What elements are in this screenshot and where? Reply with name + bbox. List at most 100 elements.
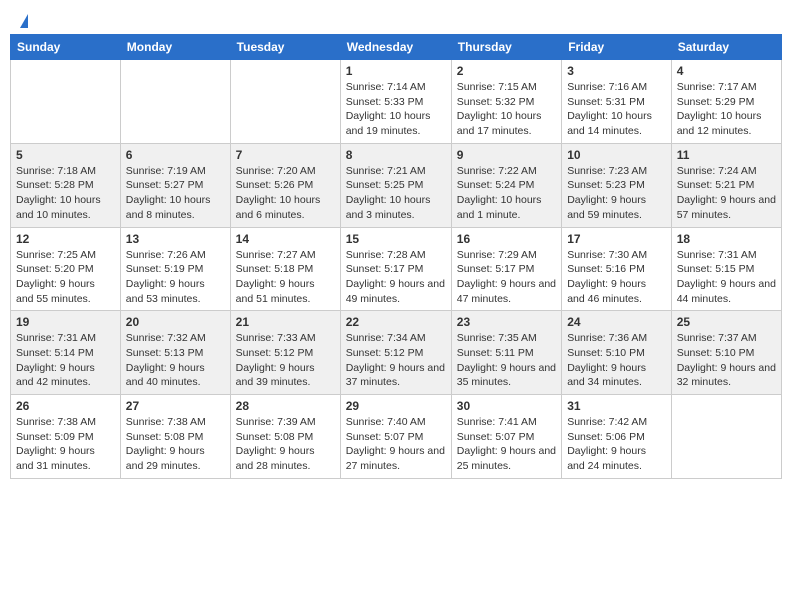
weekday-header-wednesday: Wednesday	[340, 35, 451, 60]
page: SundayMondayTuesdayWednesdayThursdayFrid…	[0, 0, 792, 489]
weekday-header-sunday: Sunday	[11, 35, 121, 60]
day-number: 18	[677, 232, 776, 246]
weekday-header-monday: Monday	[120, 35, 230, 60]
calendar-cell: 10 Sunrise: 7:23 AM Sunset: 5:23 PM Dayli…	[562, 143, 672, 227]
day-number: 4	[677, 64, 776, 78]
day-number: 10	[567, 148, 666, 162]
day-info: Sunrise: 7:35 AM Sunset: 5:11 PM Dayligh…	[457, 331, 556, 390]
day-info: Sunrise: 7:31 AM Sunset: 5:15 PM Dayligh…	[677, 248, 776, 307]
calendar-cell: 14 Sunrise: 7:27 AM Sunset: 5:18 PM Dayli…	[230, 227, 340, 311]
day-info: Sunrise: 7:37 AM Sunset: 5:10 PM Dayligh…	[677, 331, 776, 390]
calendar-cell: 29 Sunrise: 7:40 AM Sunset: 5:07 PM Dayli…	[340, 395, 451, 479]
day-number: 19	[16, 315, 115, 329]
calendar-cell	[671, 395, 781, 479]
calendar-cell: 7 Sunrise: 7:20 AM Sunset: 5:26 PM Daylig…	[230, 143, 340, 227]
calendar-cell: 12 Sunrise: 7:25 AM Sunset: 5:20 PM Dayli…	[11, 227, 121, 311]
day-number: 14	[236, 232, 335, 246]
day-info: Sunrise: 7:18 AM Sunset: 5:28 PM Dayligh…	[16, 164, 115, 223]
day-info: Sunrise: 7:23 AM Sunset: 5:23 PM Dayligh…	[567, 164, 666, 223]
calendar-cell: 24 Sunrise: 7:36 AM Sunset: 5:10 PM Dayli…	[562, 311, 672, 395]
calendar-cell: 30 Sunrise: 7:41 AM Sunset: 5:07 PM Dayli…	[451, 395, 561, 479]
day-number: 3	[567, 64, 666, 78]
day-info: Sunrise: 7:28 AM Sunset: 5:17 PM Dayligh…	[346, 248, 446, 307]
calendar-cell	[230, 60, 340, 144]
calendar-cell: 2 Sunrise: 7:15 AM Sunset: 5:32 PM Daylig…	[451, 60, 561, 144]
day-info: Sunrise: 7:16 AM Sunset: 5:31 PM Dayligh…	[567, 80, 666, 139]
calendar-cell: 16 Sunrise: 7:29 AM Sunset: 5:17 PM Dayli…	[451, 227, 561, 311]
day-number: 9	[457, 148, 556, 162]
logo-triangle-icon	[20, 14, 28, 28]
calendar-cell: 8 Sunrise: 7:21 AM Sunset: 5:25 PM Daylig…	[340, 143, 451, 227]
day-number: 28	[236, 399, 335, 413]
day-number: 13	[126, 232, 225, 246]
day-number: 30	[457, 399, 556, 413]
day-info: Sunrise: 7:32 AM Sunset: 5:13 PM Dayligh…	[126, 331, 225, 390]
day-number: 22	[346, 315, 446, 329]
day-info: Sunrise: 7:34 AM Sunset: 5:12 PM Dayligh…	[346, 331, 446, 390]
day-info: Sunrise: 7:20 AM Sunset: 5:26 PM Dayligh…	[236, 164, 335, 223]
calendar-cell: 4 Sunrise: 7:17 AM Sunset: 5:29 PM Daylig…	[671, 60, 781, 144]
day-info: Sunrise: 7:25 AM Sunset: 5:20 PM Dayligh…	[16, 248, 115, 307]
calendar-cell: 25 Sunrise: 7:37 AM Sunset: 5:10 PM Dayli…	[671, 311, 781, 395]
day-number: 7	[236, 148, 335, 162]
day-info: Sunrise: 7:36 AM Sunset: 5:10 PM Dayligh…	[567, 331, 666, 390]
calendar-table: SundayMondayTuesdayWednesdayThursdayFrid…	[10, 34, 782, 479]
week-row-3: 12 Sunrise: 7:25 AM Sunset: 5:20 PM Dayli…	[11, 227, 782, 311]
day-info: Sunrise: 7:26 AM Sunset: 5:19 PM Dayligh…	[126, 248, 225, 307]
calendar-cell: 6 Sunrise: 7:19 AM Sunset: 5:27 PM Daylig…	[120, 143, 230, 227]
day-info: Sunrise: 7:27 AM Sunset: 5:18 PM Dayligh…	[236, 248, 335, 307]
calendar-cell: 23Sunrise: 7:35 AM Sunset: 5:11 PM Dayli…	[451, 311, 561, 395]
calendar-cell: 1Sunrise: 7:14 AM Sunset: 5:33 PM Daylig…	[340, 60, 451, 144]
day-info: Sunrise: 7:21 AM Sunset: 5:25 PM Dayligh…	[346, 164, 446, 223]
calendar-cell: 20 Sunrise: 7:32 AM Sunset: 5:13 PM Dayli…	[120, 311, 230, 395]
calendar-cell: 9 Sunrise: 7:22 AM Sunset: 5:24 PM Daylig…	[451, 143, 561, 227]
day-number: 21	[236, 315, 335, 329]
day-number: 27	[126, 399, 225, 413]
day-info: Sunrise: 7:24 AM Sunset: 5:21 PM Dayligh…	[677, 164, 776, 223]
day-info: Sunrise: 7:15 AM Sunset: 5:32 PM Dayligh…	[457, 80, 556, 139]
day-number: 12	[16, 232, 115, 246]
day-number: 6	[126, 148, 225, 162]
calendar-cell: 15 Sunrise: 7:28 AM Sunset: 5:17 PM Dayli…	[340, 227, 451, 311]
week-row-2: 5 Sunrise: 7:18 AM Sunset: 5:28 PM Daylig…	[11, 143, 782, 227]
day-number: 11	[677, 148, 776, 162]
day-info: Sunrise: 7:42 AM Sunset: 5:06 PM Dayligh…	[567, 415, 666, 474]
day-info: Sunrise: 7:22 AM Sunset: 5:24 PM Dayligh…	[457, 164, 556, 223]
calendar-cell: 11 Sunrise: 7:24 AM Sunset: 5:21 PM Dayli…	[671, 143, 781, 227]
day-number: 24	[567, 315, 666, 329]
day-info: Sunrise: 7:29 AM Sunset: 5:17 PM Dayligh…	[457, 248, 556, 307]
day-info: Sunrise: 7:40 AM Sunset: 5:07 PM Dayligh…	[346, 415, 446, 474]
day-number: 17	[567, 232, 666, 246]
day-number: 20	[126, 315, 225, 329]
calendar-cell	[120, 60, 230, 144]
weekday-header-row: SundayMondayTuesdayWednesdayThursdayFrid…	[11, 35, 782, 60]
day-info: Sunrise: 7:19 AM Sunset: 5:27 PM Dayligh…	[126, 164, 225, 223]
calendar-cell: 27 Sunrise: 7:38 AM Sunset: 5:08 PM Dayli…	[120, 395, 230, 479]
calendar-cell: 18 Sunrise: 7:31 AM Sunset: 5:15 PM Dayli…	[671, 227, 781, 311]
header	[10, 10, 782, 28]
calendar-cell: 19 Sunrise: 7:31 AM Sunset: 5:14 PM Dayli…	[11, 311, 121, 395]
calendar-cell: 3 Sunrise: 7:16 AM Sunset: 5:31 PM Daylig…	[562, 60, 672, 144]
calendar-cell: 22 Sunrise: 7:34 AM Sunset: 5:12 PM Dayli…	[340, 311, 451, 395]
calendar-cell: 26Sunrise: 7:38 AM Sunset: 5:09 PM Dayli…	[11, 395, 121, 479]
day-info: Sunrise: 7:41 AM Sunset: 5:07 PM Dayligh…	[457, 415, 556, 474]
week-row-1: 1Sunrise: 7:14 AM Sunset: 5:33 PM Daylig…	[11, 60, 782, 144]
calendar-cell: 13 Sunrise: 7:26 AM Sunset: 5:19 PM Dayli…	[120, 227, 230, 311]
day-info: Sunrise: 7:31 AM Sunset: 5:14 PM Dayligh…	[16, 331, 115, 390]
day-number: 31	[567, 399, 666, 413]
day-info: Sunrise: 7:33 AM Sunset: 5:12 PM Dayligh…	[236, 331, 335, 390]
day-number: 5	[16, 148, 115, 162]
calendar-cell: 28Sunrise: 7:39 AM Sunset: 5:08 PM Dayli…	[230, 395, 340, 479]
day-number: 8	[346, 148, 446, 162]
day-info: Sunrise: 7:17 AM Sunset: 5:29 PM Dayligh…	[677, 80, 776, 139]
day-number: 25	[677, 315, 776, 329]
weekday-header-friday: Friday	[562, 35, 672, 60]
day-number: 2	[457, 64, 556, 78]
calendar-cell	[11, 60, 121, 144]
day-number: 1	[346, 64, 446, 78]
week-row-5: 26Sunrise: 7:38 AM Sunset: 5:09 PM Dayli…	[11, 395, 782, 479]
day-number: 15	[346, 232, 446, 246]
day-number: 29	[346, 399, 446, 413]
day-number: 16	[457, 232, 556, 246]
day-info: Sunrise: 7:38 AM Sunset: 5:08 PM Dayligh…	[126, 415, 225, 474]
